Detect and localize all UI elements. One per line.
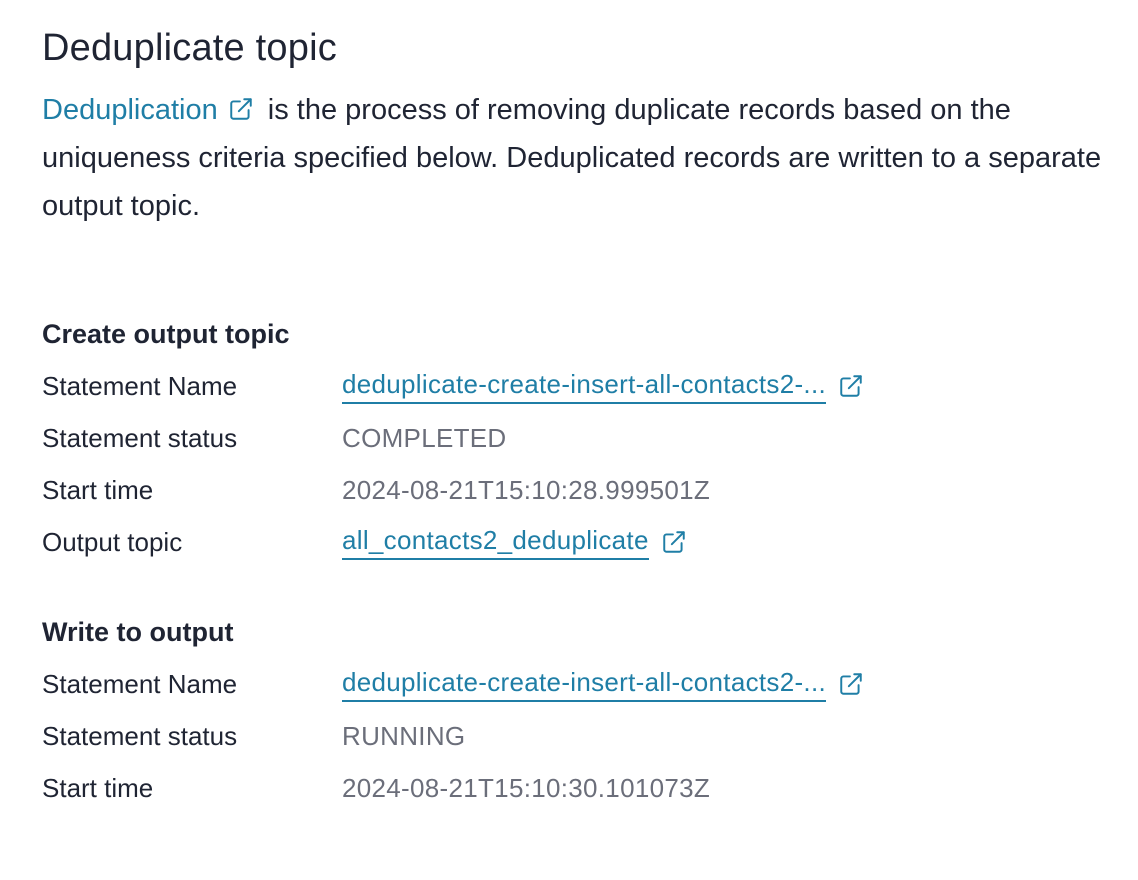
external-link-icon[interactable] <box>838 671 864 697</box>
statement-status-row: Statement status COMPLETED <box>42 412 1096 464</box>
external-link-icon[interactable] <box>661 529 687 555</box>
output-topic-label: Output topic <box>42 526 183 557</box>
statement-name-row: Statement Name deduplicate-create-insert… <box>42 360 1096 412</box>
start-time-value: 2024-08-21T15:10:28.999501Z <box>342 474 711 505</box>
output-topic-row: Output topic all_contacts2_deduplicate <box>42 516 1096 568</box>
start-time-label: Start time <box>42 772 154 803</box>
statement-name-label: Statement Name <box>42 668 238 699</box>
intro-paragraph: Deduplication is the process of removing… <box>42 86 1102 230</box>
page-title: Deduplicate topic <box>42 27 337 69</box>
statement-name-link-wrap: deduplicate-create-insert-all-contacts2-… <box>342 369 864 404</box>
output-topic-link[interactable]: all_contacts2_deduplicate <box>342 525 649 560</box>
statement-status-label: Statement status <box>42 720 238 751</box>
start-time-row: Start time 2024-08-21T15:10:30.101073Z <box>42 762 1096 814</box>
start-time-value: 2024-08-21T15:10:30.101073Z <box>342 772 711 803</box>
statement-name-row: Statement Name deduplicate-create-insert… <box>42 658 1096 710</box>
start-time-row: Start time 2024-08-21T15:10:28.999501Z <box>42 464 1096 516</box>
statement-status-row: Statement status RUNNING <box>42 710 1096 762</box>
statement-name-link[interactable]: deduplicate-create-insert-all-contacts2-… <box>342 667 826 702</box>
create-output-section: Create output topic Statement Name dedup… <box>42 318 1096 568</box>
statement-name-link[interactable]: deduplicate-create-insert-all-contacts2-… <box>342 369 826 404</box>
write-output-section: Write to output Statement Name deduplica… <box>42 616 1096 814</box>
external-link-icon[interactable] <box>838 373 864 399</box>
statement-status-label: Statement status <box>42 422 238 453</box>
deduplication-docs-link[interactable]: Deduplication <box>42 94 218 126</box>
external-link-icon[interactable] <box>228 96 254 122</box>
deduplicate-panel: Deduplicate topic Deduplication is the p… <box>0 0 1138 814</box>
output-topic-link-wrap: all_contacts2_deduplicate <box>342 525 687 560</box>
start-time-label: Start time <box>42 474 154 505</box>
statement-name-link-wrap: deduplicate-create-insert-all-contacts2-… <box>342 667 864 702</box>
section-title: Write to output <box>42 617 234 647</box>
section-title: Create output topic <box>42 319 290 349</box>
statement-name-label: Statement Name <box>42 370 238 401</box>
statement-status-value: COMPLETED <box>342 422 507 453</box>
statement-status-value: RUNNING <box>342 720 466 751</box>
